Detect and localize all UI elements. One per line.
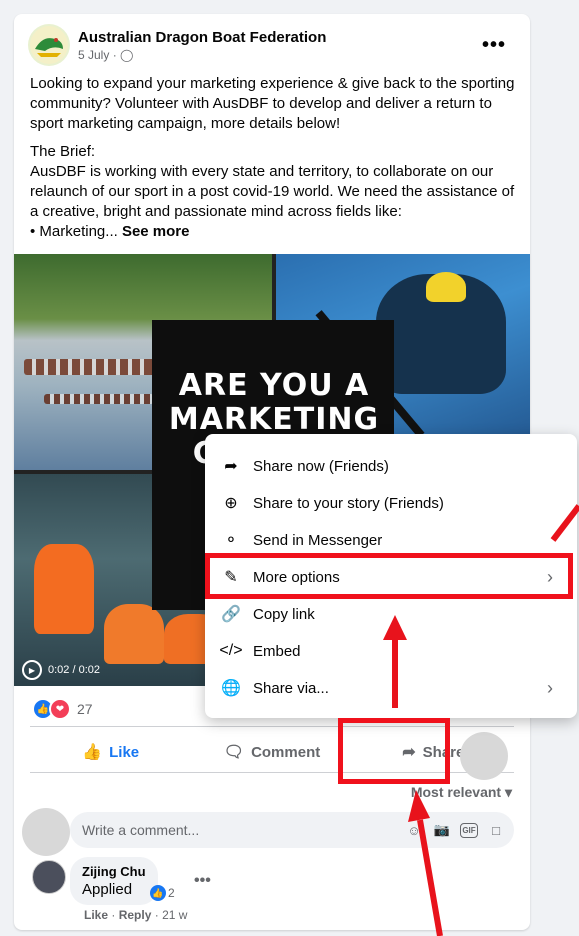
annotation-arrows	[383, 504, 579, 936]
annotation-arrow-bottom	[417, 819, 443, 936]
annotation-arrow-diagonal	[550, 504, 579, 542]
annotation-arrowhead	[408, 790, 430, 822]
annotation-arrowhead	[383, 615, 407, 640]
